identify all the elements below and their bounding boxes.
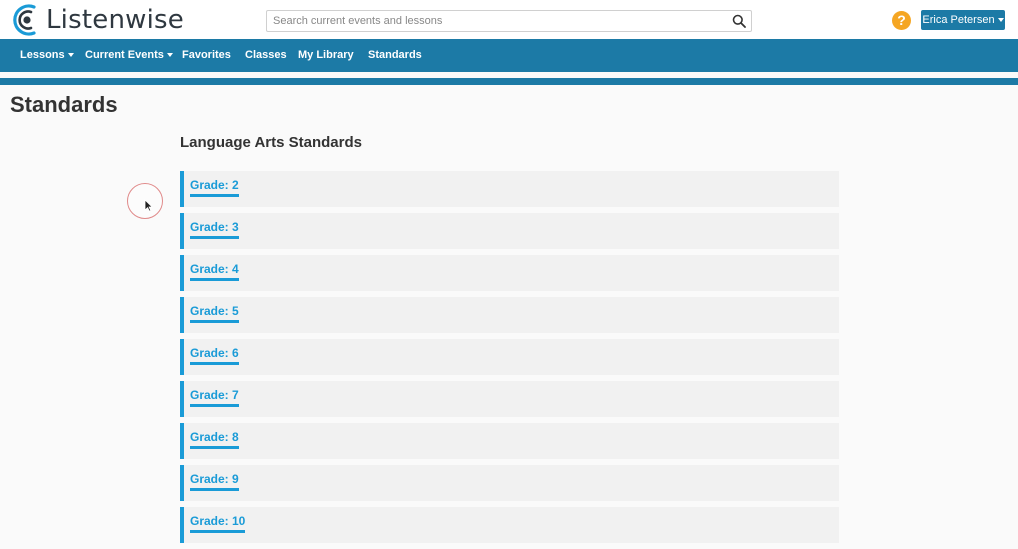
mouse-cursor-icon [144, 199, 153, 212]
nav-item-label: My Library [298, 49, 354, 61]
nav-item-label: Standards [368, 49, 422, 61]
grade-row[interactable]: Grade: 9 [180, 465, 839, 501]
brand-name: Listenwise [46, 5, 184, 35]
nav-item-label: Classes [245, 49, 287, 61]
nav-item-classes[interactable]: Classes [245, 39, 287, 72]
question-mark-icon: ? [897, 12, 906, 28]
nav-item-current-events[interactable]: Current Events [85, 39, 173, 72]
nav-item-label: Current Events [85, 49, 164, 61]
main-nav: Lessons Current Events Favorites Classes… [0, 39, 1018, 72]
grade-row[interactable]: Grade: 5 [180, 297, 839, 333]
grade-row[interactable]: Grade: 2 [180, 171, 839, 207]
nav-item-standards[interactable]: Standards [368, 39, 422, 72]
grade-link[interactable]: Grade: 10 [190, 514, 246, 533]
user-name: Erica Petersen [922, 14, 995, 26]
listenwise-logo-icon [13, 4, 36, 36]
search-input[interactable] [267, 11, 707, 31]
nav-divider [0, 78, 1018, 85]
grade-row[interactable]: Grade: 6 [180, 339, 839, 375]
grade-row[interactable]: Grade: 4 [180, 255, 839, 291]
brand-logo[interactable]: Listenwise [12, 3, 184, 37]
nav-item-label: Lessons [20, 49, 65, 61]
page-title: Standards [10, 92, 118, 117]
grade-link[interactable]: Grade: 5 [190, 304, 239, 323]
caret-down-icon [997, 18, 1004, 23]
nav-item-label: Favorites [182, 49, 231, 61]
grade-row[interactable]: Grade: 7 [180, 381, 839, 417]
top-header: Listenwise ? Erica Petersen [0, 0, 1018, 39]
grade-link[interactable]: Grade: 6 [190, 346, 239, 365]
grade-link[interactable]: Grade: 3 [190, 220, 239, 239]
grade-link[interactable]: Grade: 2 [190, 178, 239, 197]
caret-down-icon [67, 53, 74, 58]
search-box [266, 10, 752, 32]
grade-link[interactable]: Grade: 7 [190, 388, 239, 407]
nav-item-my-library[interactable]: My Library [298, 39, 354, 72]
grade-link[interactable]: Grade: 8 [190, 430, 239, 449]
search-icon[interactable] [732, 14, 746, 28]
caret-down-icon [166, 53, 173, 58]
grade-link[interactable]: Grade: 4 [190, 262, 239, 281]
grade-link[interactable]: Grade: 9 [190, 472, 239, 491]
nav-item-lessons[interactable]: Lessons [20, 39, 74, 72]
grade-row[interactable]: Grade: 8 [180, 423, 839, 459]
user-menu-button[interactable]: Erica Petersen [921, 10, 1005, 30]
nav-item-favorites[interactable]: Favorites [182, 39, 231, 72]
section-title: Language Arts Standards [180, 134, 362, 151]
grade-row[interactable]: Grade: 3 [180, 213, 839, 249]
help-button[interactable]: ? [892, 11, 911, 30]
grade-list: Grade: 2 Grade: 3 Grade: 4 Grade: 5 Grad… [180, 171, 839, 549]
